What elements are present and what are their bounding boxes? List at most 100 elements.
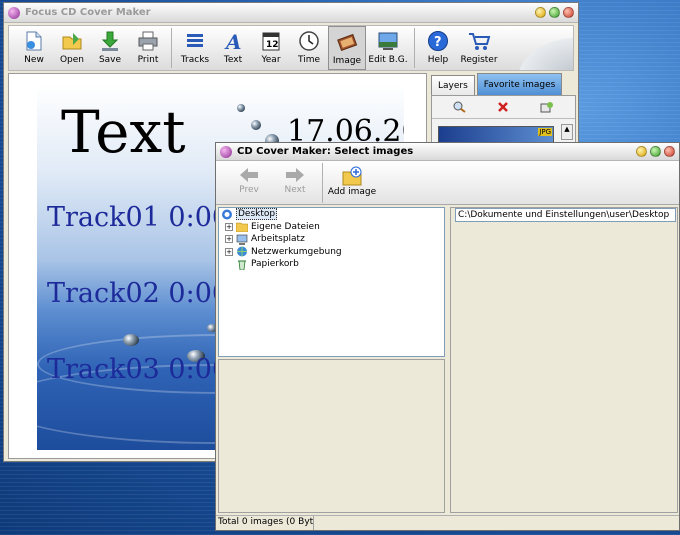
find-button[interactable] xyxy=(451,100,469,114)
tree-label-papierkorb: Papierkorb xyxy=(251,259,299,270)
toolbar-decoration xyxy=(501,26,573,70)
close-button[interactable] xyxy=(563,7,574,18)
main-window-title: Focus CD Cover Maker xyxy=(25,7,151,18)
new-button[interactable]: New xyxy=(15,26,53,70)
tree-item-papierkorb[interactable]: Papierkorb xyxy=(225,258,442,271)
help-button[interactable]: ? Help xyxy=(419,26,457,70)
import-button[interactable] xyxy=(538,100,556,114)
cover-track-2[interactable]: Track02 0:00 xyxy=(47,278,229,309)
svg-text:A: A xyxy=(224,30,242,52)
calendar-icon: 12 xyxy=(259,29,283,53)
magnifier-icon xyxy=(453,101,466,113)
dialog-maximize-button[interactable] xyxy=(650,146,661,157)
folder-tree-pane[interactable]: Desktop + Eigene Dateien + Arbeitsplatz … xyxy=(218,207,445,357)
time-label: Time xyxy=(297,55,321,65)
printer-icon xyxy=(136,29,160,53)
dialog-toolbar-separator xyxy=(322,163,323,203)
register-button[interactable]: Register xyxy=(457,26,501,70)
dialog-title: CD Cover Maker: Select images xyxy=(237,146,414,157)
save-button[interactable]: Save xyxy=(91,26,129,70)
expand-toggle[interactable]: + xyxy=(225,247,233,256)
tree-item-arbeitsplatz[interactable]: + Arbeitsplatz xyxy=(225,233,442,246)
expand-toggle[interactable]: + xyxy=(225,235,233,244)
tracks-label: Tracks xyxy=(180,55,210,65)
prev-label: Prev xyxy=(239,185,259,195)
cover-track-3[interactable]: Track03 0:00 xyxy=(47,354,229,385)
water-drop xyxy=(251,120,261,130)
print-label: Print xyxy=(137,55,159,65)
tab-layers[interactable]: Layers xyxy=(431,75,475,95)
layer-tools xyxy=(432,96,575,119)
time-button[interactable]: Time xyxy=(290,26,328,70)
svg-text:?: ? xyxy=(434,35,442,50)
print-button[interactable]: Print xyxy=(129,26,167,70)
current-path-field[interactable]: C:\Dokumente und Einstellungen\user\Desk… xyxy=(455,208,676,222)
tree-label-eigene-dateien: Eigene Dateien xyxy=(251,221,320,232)
delete-x-icon xyxy=(498,102,509,112)
expand-toggle[interactable]: + xyxy=(225,222,233,231)
tracks-list-icon xyxy=(183,29,207,53)
image-button[interactable]: Image xyxy=(328,26,366,70)
dialog-title-bar[interactable]: CD Cover Maker: Select images xyxy=(216,143,679,161)
cover-title-text[interactable]: Text xyxy=(61,98,186,166)
main-toolbar: New Open Save Print Tracks A Text 12 Yea… xyxy=(8,25,574,71)
tree-item-desktop[interactable]: Desktop xyxy=(221,208,442,221)
add-image-icon xyxy=(342,166,362,186)
tree-item-eigene-dateien[interactable]: + Eigene Dateien xyxy=(225,221,442,234)
tab-favorite-images[interactable]: Favorite images xyxy=(476,73,563,95)
open-label: Open xyxy=(59,55,85,65)
image-icon xyxy=(335,30,359,54)
status-total-images: Total 0 images (0 Byte xyxy=(216,516,314,530)
image-label: Image xyxy=(332,56,362,66)
folder-tree: Desktop + Eigene Dateien + Arbeitsplatz … xyxy=(219,208,444,271)
import-icon xyxy=(540,102,554,113)
dialog-minimize-button[interactable] xyxy=(636,146,647,157)
cover-track-1[interactable]: Track01 0:00 xyxy=(47,202,229,233)
main-title-bar[interactable]: Focus CD Cover Maker xyxy=(4,3,578,23)
register-label: Register xyxy=(460,55,498,65)
delete-button[interactable] xyxy=(494,100,512,114)
text-letter-icon: A xyxy=(221,29,245,53)
dialog-status-bar: Total 0 images (0 Byte xyxy=(216,515,679,530)
help-icon: ? xyxy=(426,29,450,53)
save-label: Save xyxy=(98,55,122,65)
add-image-button[interactable]: Add image xyxy=(327,161,377,205)
status-empty-cell xyxy=(314,516,679,530)
open-folder-icon xyxy=(60,29,84,53)
new-document-icon xyxy=(22,29,46,53)
dialog-toolbar: Prev Next Add image xyxy=(216,161,679,205)
add-image-label: Add image xyxy=(327,187,377,197)
side-panel-tabs: Layers Favorite images xyxy=(431,73,576,95)
expand-spacer xyxy=(225,260,233,268)
year-button[interactable]: 12 Year xyxy=(252,26,290,70)
tree-label-netzwerkumgebung: Netzwerkumgebung xyxy=(251,246,342,257)
cart-icon xyxy=(467,29,491,53)
edit-bg-label: Edit B.G. xyxy=(368,55,408,65)
desktop-icon xyxy=(222,209,232,220)
text-button[interactable]: A Text xyxy=(214,26,252,70)
network-globe-icon xyxy=(237,246,247,257)
dialog-app-icon xyxy=(220,145,232,158)
file-list-pane[interactable]: C:\Dokumente und Einstellungen\user\Desk… xyxy=(450,207,678,513)
scrollbar-up-button[interactable]: ▲ xyxy=(561,124,573,140)
year-label: Year xyxy=(261,55,281,65)
open-button[interactable]: Open xyxy=(53,26,91,70)
my-documents-folder-icon xyxy=(236,222,248,233)
water-drop xyxy=(237,104,245,112)
tracks-button[interactable]: Tracks xyxy=(176,26,214,70)
help-label: Help xyxy=(427,55,449,65)
prev-button[interactable]: Prev xyxy=(226,161,272,205)
app-icon xyxy=(8,6,20,19)
tree-label-arbeitsplatz: Arbeitsplatz xyxy=(251,234,305,245)
background-icon xyxy=(376,29,400,53)
select-images-dialog: CD Cover Maker: Select images Prev Next … xyxy=(215,142,680,531)
maximize-button[interactable] xyxy=(549,7,560,18)
recycle-bin-icon xyxy=(238,260,246,270)
tree-item-netzwerkumgebung[interactable]: + Netzwerkumgebung xyxy=(225,246,442,259)
minimize-button[interactable] xyxy=(535,7,546,18)
edit-bg-button[interactable]: Edit B.G. xyxy=(366,26,410,70)
dialog-close-button[interactable] xyxy=(664,146,675,157)
new-label: New xyxy=(24,55,44,65)
tree-label-desktop: Desktop xyxy=(236,208,278,221)
next-button[interactable]: Next xyxy=(272,161,318,205)
